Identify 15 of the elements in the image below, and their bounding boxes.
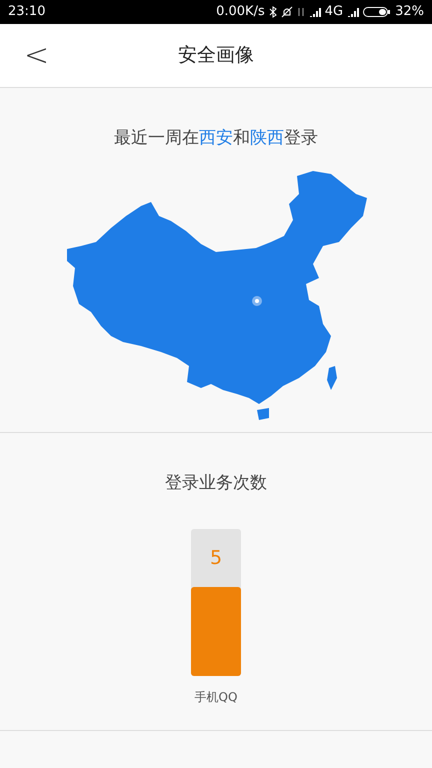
network-speed: 0.00K/s xyxy=(216,3,265,22)
clock: 23:10 xyxy=(8,3,46,22)
network-type: 4G xyxy=(324,3,344,22)
chart-title: 登录业务次数 xyxy=(165,472,267,495)
bluetooth-icon xyxy=(268,6,277,18)
battery-icon xyxy=(363,6,392,18)
signal-icon xyxy=(308,7,321,17)
battery-percent: 32% xyxy=(395,3,424,22)
bell-off-icon xyxy=(280,6,293,18)
bar-count: 5 xyxy=(208,546,224,571)
bar-label: 手机QQ xyxy=(194,688,238,706)
page-title: 安全画像 xyxy=(178,43,254,68)
back-button[interactable]: < xyxy=(16,40,58,70)
login-location-text: 最近一周在西安和陕西登录 xyxy=(114,127,318,150)
signal-icon xyxy=(347,7,360,17)
